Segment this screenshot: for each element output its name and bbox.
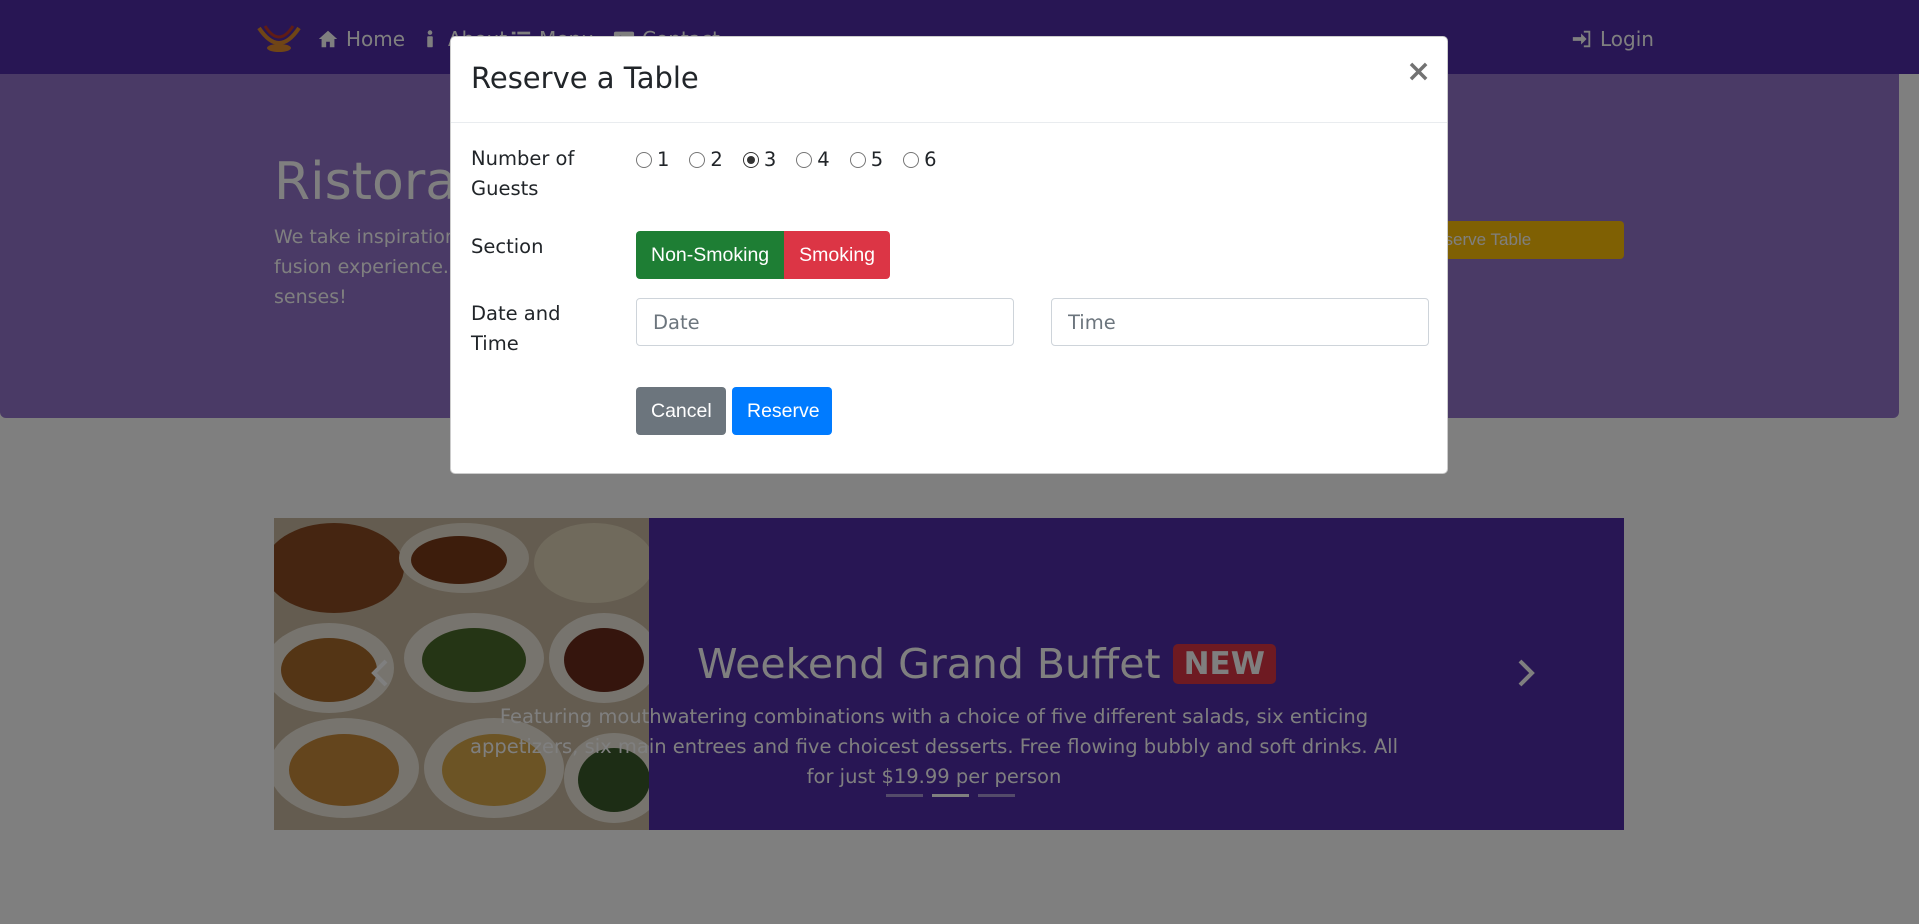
date-input[interactable] — [636, 298, 1014, 346]
guests-option-2[interactable]: 2 — [689, 148, 723, 171]
guests-option-label: 1 — [657, 148, 670, 171]
guests-option-3[interactable]: 3 — [742, 148, 777, 171]
guests-label: Number of Guests — [471, 147, 575, 200]
cancel-button[interactable]: Cancel — [636, 387, 726, 435]
section-button-group: Non-Smoking Smoking — [636, 231, 891, 279]
guests-option-1[interactable]: 1 — [636, 148, 669, 171]
radio-button[interactable] — [689, 151, 706, 168]
radio-button-checked[interactable] — [742, 151, 759, 168]
date-time-label: Date and Time — [471, 302, 561, 355]
guests-radio-group: 1 2 3 4 5 6 — [636, 148, 957, 171]
radio-button[interactable] — [903, 151, 920, 168]
guests-option-4[interactable]: 4 — [796, 148, 830, 171]
time-input[interactable] — [1051, 298, 1429, 346]
guests-option-5[interactable]: 5 — [849, 148, 884, 171]
guests-option-label: 5 — [870, 148, 884, 171]
modal-header: Reserve a Table × — [451, 37, 1447, 123]
modal-title: Reserve a Table — [471, 61, 699, 95]
smoking-button[interactable]: Smoking — [784, 231, 891, 279]
guests-option-label: 3 — [763, 148, 777, 171]
non-smoking-button[interactable]: Non-Smoking — [636, 231, 785, 279]
close-button[interactable]: × — [1406, 57, 1431, 87]
reserve-button[interactable]: Reserve — [732, 387, 832, 435]
radio-button[interactable] — [796, 151, 813, 168]
reserve-table-modal: Reserve a Table × Number of Guests 1 2 3… — [450, 36, 1448, 474]
guests-option-label: 2 — [710, 148, 723, 171]
section-label: Section — [471, 235, 544, 258]
guests-option-6[interactable]: 6 — [903, 148, 937, 171]
guests-option-label: 6 — [924, 148, 937, 171]
radio-button[interactable] — [636, 151, 652, 168]
guests-option-label: 4 — [817, 148, 830, 171]
radio-button[interactable] — [849, 151, 866, 168]
